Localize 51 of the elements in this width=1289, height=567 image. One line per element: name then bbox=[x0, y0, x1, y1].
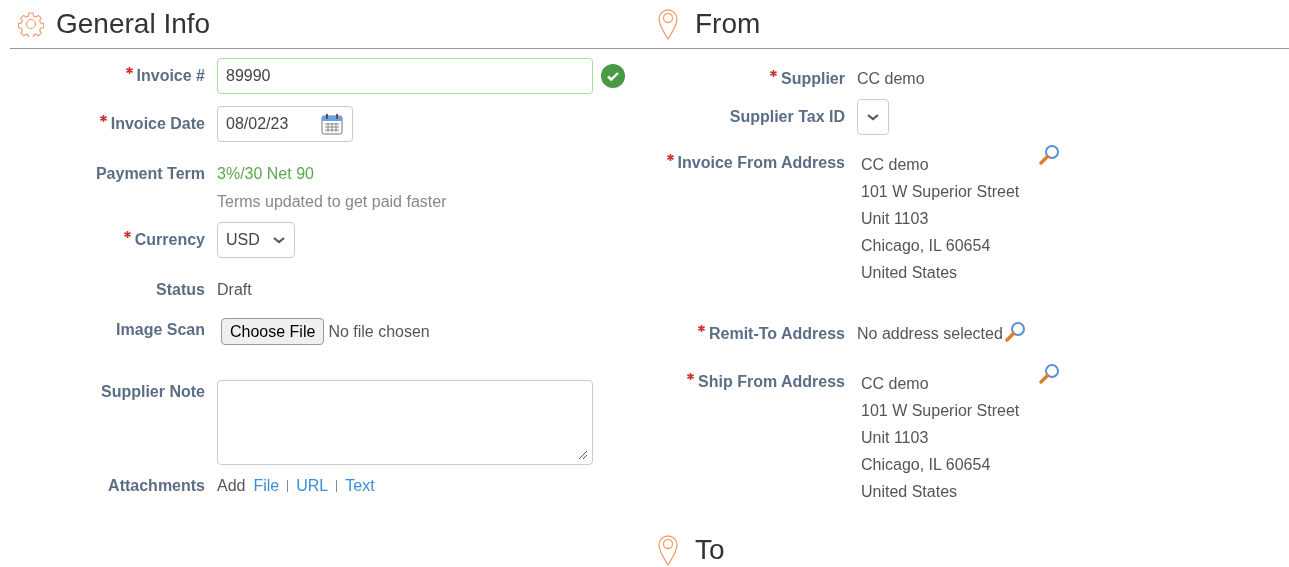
address-line: Chicago, IL 60654 bbox=[861, 236, 992, 256]
add-label: Add bbox=[217, 476, 246, 496]
magnifier-icon[interactable] bbox=[1002, 320, 1027, 344]
field-label: Remit-To Address bbox=[709, 324, 845, 344]
magnifier-icon[interactable] bbox=[1037, 143, 1061, 167]
field-label: Invoice Date bbox=[110, 114, 205, 134]
field-value: Draft bbox=[217, 280, 252, 300]
address-line: CC demo bbox=[861, 155, 930, 175]
invoice-number-field[interactable]: 89990 bbox=[217, 58, 593, 94]
field-label: Supplier Note bbox=[101, 382, 205, 402]
address-line: Unit 1103 bbox=[861, 428, 930, 448]
address-line: 101 W Superior Street bbox=[861, 401, 1021, 421]
dropdown[interactable] bbox=[857, 99, 889, 135]
magnifier-icon[interactable] bbox=[1037, 362, 1061, 386]
payment-term-note: Terms updated to get paid faster bbox=[217, 192, 447, 212]
field-label: Image Scan bbox=[116, 320, 205, 340]
field-label: Payment Term bbox=[95, 164, 205, 184]
field-label: Invoice # bbox=[136, 66, 205, 86]
attachment-link[interactable]: URL bbox=[296, 474, 329, 498]
attachment-link[interactable]: Text bbox=[345, 474, 375, 498]
payment-term-value: 3%/30 Net 90 bbox=[217, 164, 315, 184]
chevron-down-icon bbox=[866, 112, 880, 122]
field-label: Attachments bbox=[108, 476, 205, 496]
date-field[interactable]: 08/02/23 bbox=[217, 106, 353, 142]
address-line: Chicago, IL 60654 bbox=[861, 455, 992, 475]
address-line: United States bbox=[861, 263, 959, 283]
location-pin-icon bbox=[657, 534, 679, 566]
section-title: General Info bbox=[56, 7, 211, 41]
field-label: Supplier Tax ID bbox=[729, 107, 845, 127]
address-line: Unit 1103 bbox=[861, 209, 930, 229]
calendar-icon[interactable] bbox=[320, 112, 344, 136]
field-value: No address selected bbox=[857, 324, 1003, 344]
address-line: United States bbox=[861, 482, 959, 502]
field-label: Status bbox=[156, 280, 205, 300]
location-pin-icon bbox=[657, 8, 679, 40]
field-value: CC demo bbox=[857, 69, 925, 89]
choose-file-button[interactable]: Choose File bbox=[221, 318, 325, 345]
field-label: Ship From Address bbox=[698, 372, 845, 392]
gear-icon bbox=[18, 11, 44, 37]
address-line: 101 W Superior Street bbox=[861, 182, 1021, 202]
resize-handle-icon[interactable] bbox=[578, 450, 588, 460]
field-label: Supplier bbox=[781, 69, 845, 89]
supplier-note-field[interactable] bbox=[217, 380, 593, 465]
section-title: From bbox=[695, 7, 761, 41]
field-label: Invoice From Address bbox=[677, 153, 845, 173]
field-label: Currency bbox=[134, 230, 205, 250]
dropdown[interactable]: USD bbox=[217, 222, 295, 258]
chevron-down-icon bbox=[271, 235, 286, 245]
section-title: To bbox=[695, 533, 725, 567]
address-line: CC demo bbox=[861, 374, 930, 394]
file-status: No file chosen bbox=[328, 321, 430, 342]
